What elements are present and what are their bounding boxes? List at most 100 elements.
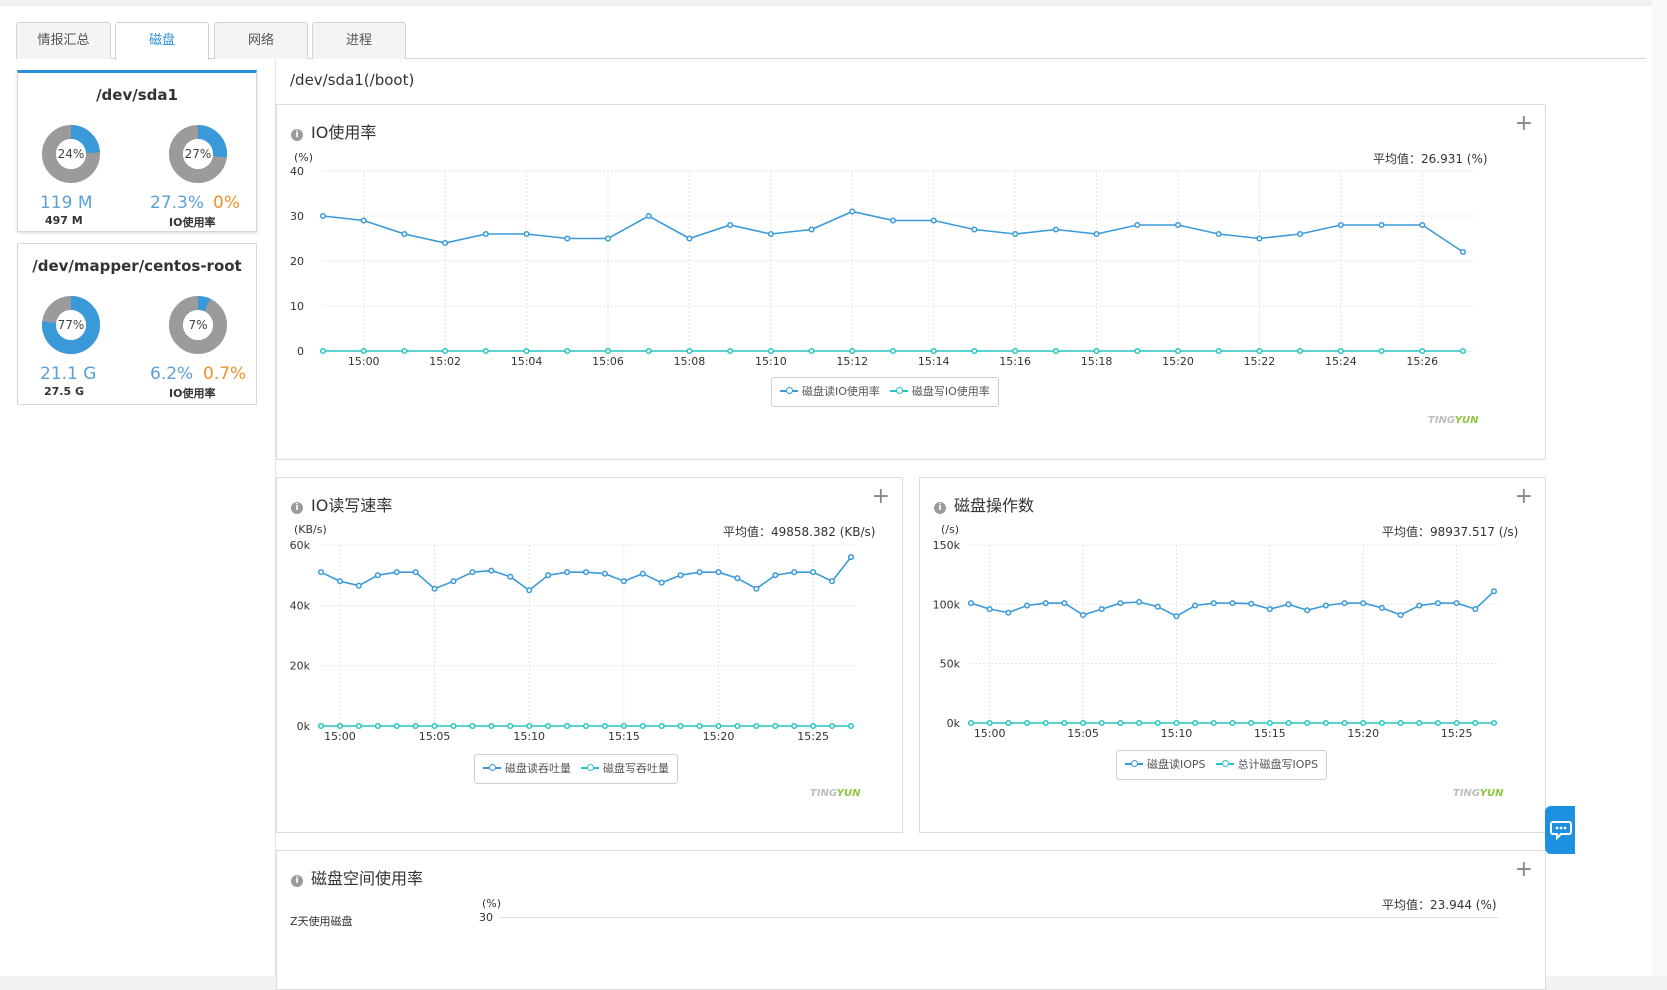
chat-button[interactable] [1545, 806, 1575, 854]
data-point[interactable] [482, 347, 489, 355]
data-point[interactable] [767, 347, 774, 355]
data-point[interactable] [469, 569, 476, 576]
data-point[interactable] [810, 569, 817, 576]
data-point[interactable] [986, 606, 993, 613]
info-icon[interactable]: i [291, 875, 303, 887]
data-point[interactable] [317, 569, 325, 576]
data-point[interactable] [1416, 602, 1423, 609]
data-point[interactable] [431, 585, 438, 592]
data-point[interactable] [1459, 248, 1467, 256]
legend-item[interactable]: 磁盘读吞吐量 [483, 755, 571, 783]
data-point[interactable] [829, 722, 836, 730]
data-point[interactable] [849, 347, 856, 355]
data-point[interactable] [523, 347, 530, 355]
data-point[interactable] [319, 212, 327, 220]
data-point[interactable] [658, 579, 665, 586]
data-point[interactable] [772, 572, 779, 579]
data-point[interactable] [1012, 347, 1019, 355]
data-point[interactable] [507, 573, 514, 580]
data-point[interactable] [1256, 347, 1263, 355]
data-point[interactable] [1337, 347, 1344, 355]
data-point[interactable] [734, 722, 741, 730]
data-point[interactable] [1434, 719, 1442, 727]
data-point[interactable] [1210, 719, 1217, 727]
data-point[interactable] [1174, 221, 1182, 229]
data-point[interactable] [1174, 347, 1182, 355]
data-point[interactable] [620, 722, 627, 730]
data-point[interactable] [1397, 611, 1404, 619]
data-point[interactable] [930, 347, 937, 355]
data-point[interactable] [1093, 347, 1100, 355]
data-point[interactable] [686, 235, 693, 242]
data-point[interactable] [1154, 603, 1161, 610]
data-point[interactable] [488, 567, 495, 574]
data-point[interactable] [1061, 600, 1068, 607]
data-point[interactable] [727, 347, 734, 355]
data-point[interactable] [360, 347, 367, 355]
disk-card-sda1[interactable]: /dev/sda1 24% 27% 119 M 497 M 27.3% 0% I… [17, 70, 257, 232]
legend-item[interactable]: 总计磁盘写IOPS [1215, 751, 1318, 779]
data-point[interactable] [317, 722, 325, 730]
data-point[interactable] [1266, 606, 1273, 613]
data-point[interactable] [889, 217, 897, 224]
data-point[interactable] [1229, 719, 1236, 727]
data-point[interactable] [808, 226, 815, 233]
data-point[interactable] [1490, 588, 1498, 595]
data-point[interactable] [677, 722, 684, 730]
data-point[interactable] [1285, 601, 1292, 608]
data-point[interactable] [450, 578, 457, 585]
data-point[interactable] [582, 569, 590, 576]
data-point[interactable] [1360, 600, 1367, 607]
data-point[interactable] [360, 217, 367, 224]
data-point[interactable] [374, 722, 381, 730]
data-point[interactable] [526, 722, 533, 730]
data-point[interactable] [1042, 719, 1049, 727]
data-point[interactable] [393, 722, 400, 730]
data-point[interactable] [393, 569, 400, 576]
data-point[interactable] [412, 722, 419, 730]
data-point[interactable] [582, 722, 590, 730]
data-point[interactable] [488, 722, 495, 730]
data-point[interactable] [482, 230, 489, 238]
data-point[interactable] [336, 578, 343, 585]
data-point[interactable] [1341, 600, 1348, 607]
data-point[interactable] [808, 347, 815, 355]
data-point[interactable] [336, 722, 343, 730]
data-point[interactable] [889, 347, 897, 355]
data-point[interactable] [971, 347, 978, 355]
data-point[interactable] [1337, 221, 1344, 229]
data-point[interactable] [1117, 719, 1124, 727]
data-point[interactable] [545, 572, 552, 579]
data-point[interactable] [753, 722, 760, 730]
data-point[interactable] [507, 722, 514, 730]
data-point[interactable] [1134, 221, 1141, 229]
data-point[interactable] [847, 722, 855, 730]
data-point[interactable] [1052, 226, 1059, 233]
data-point[interactable] [753, 585, 760, 592]
data-point[interactable] [1080, 719, 1087, 727]
data-point[interactable] [1098, 719, 1105, 727]
data-point[interactable] [772, 722, 779, 730]
data-point[interactable] [355, 722, 362, 730]
data-point[interactable] [639, 570, 646, 577]
plus-icon[interactable]: + [1515, 859, 1533, 881]
data-point[interactable] [734, 575, 741, 582]
data-point[interactable] [1256, 235, 1263, 242]
data-point[interactable] [1266, 719, 1273, 727]
data-point[interactable] [1229, 600, 1236, 607]
data-point[interactable] [601, 722, 608, 730]
data-point[interactable] [523, 230, 530, 238]
data-point[interactable] [1192, 719, 1199, 727]
data-point[interactable] [431, 722, 438, 730]
data-point[interactable] [1419, 347, 1426, 355]
data-point[interactable] [930, 217, 937, 224]
data-point[interactable] [715, 569, 722, 576]
data-point[interactable] [849, 208, 856, 215]
legend-item[interactable]: 磁盘写IO使用率 [889, 378, 990, 406]
data-point[interactable] [1419, 221, 1426, 229]
data-point[interactable] [677, 572, 684, 579]
data-point[interactable] [967, 600, 975, 607]
data-point[interactable] [645, 347, 652, 355]
data-point[interactable] [1023, 602, 1031, 609]
data-point[interactable] [791, 722, 798, 730]
